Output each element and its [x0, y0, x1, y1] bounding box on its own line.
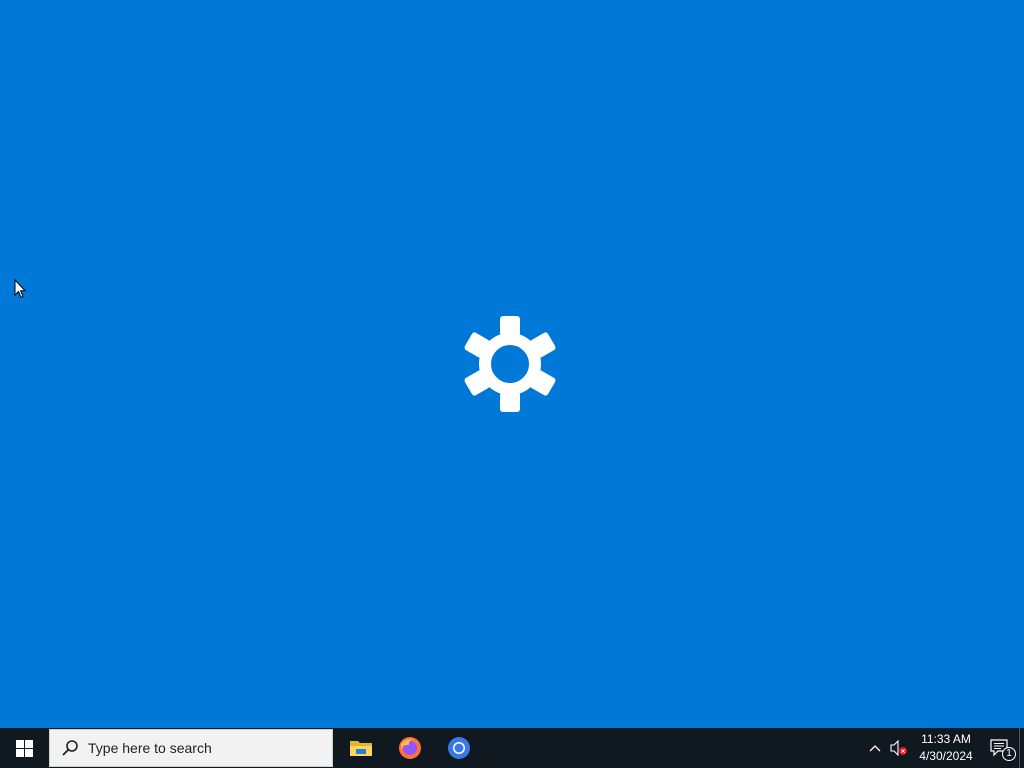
clock-time: 11:33 AM: [921, 732, 971, 746]
notification-count-badge: 1: [1002, 747, 1016, 761]
clock-date: 4/30/2024: [919, 749, 973, 763]
firefox-icon: [398, 737, 421, 759]
volume-muted-icon: [890, 740, 907, 756]
show-hidden-icons-button[interactable]: [863, 728, 887, 768]
file-explorer-icon: [349, 741, 372, 756]
taskbar-app-file-explorer[interactable]: [336, 728, 385, 768]
gear-icon: [464, 316, 556, 412]
search-icon: [62, 740, 78, 756]
search-box[interactable]: Type here to search: [49, 729, 333, 767]
taskbar-app-firefox[interactable]: [385, 728, 434, 768]
taskbar: Type here to search 11:33 AM 4/30/2024 1: [0, 728, 1024, 768]
volume-button[interactable]: [887, 728, 911, 768]
chevron-up-icon: [869, 745, 881, 752]
chromium-icon: [447, 737, 470, 759]
mouse-cursor-icon: [14, 279, 26, 299]
pinned-apps: [336, 728, 483, 768]
show-desktop-button[interactable]: [1019, 728, 1024, 768]
system-tray: 11:33 AM 4/30/2024 1: [863, 728, 1024, 768]
action-center-button[interactable]: 1: [981, 728, 1019, 768]
search-placeholder: Type here to search: [88, 740, 212, 756]
desktop: Type here to search 11:33 AM 4/30/2024 1: [0, 0, 1024, 768]
taskbar-app-chromium[interactable]: [434, 728, 483, 768]
start-button[interactable]: [0, 728, 48, 768]
clock-button[interactable]: 11:33 AM 4/30/2024: [911, 728, 981, 768]
windows-logo-icon: [15, 739, 33, 757]
